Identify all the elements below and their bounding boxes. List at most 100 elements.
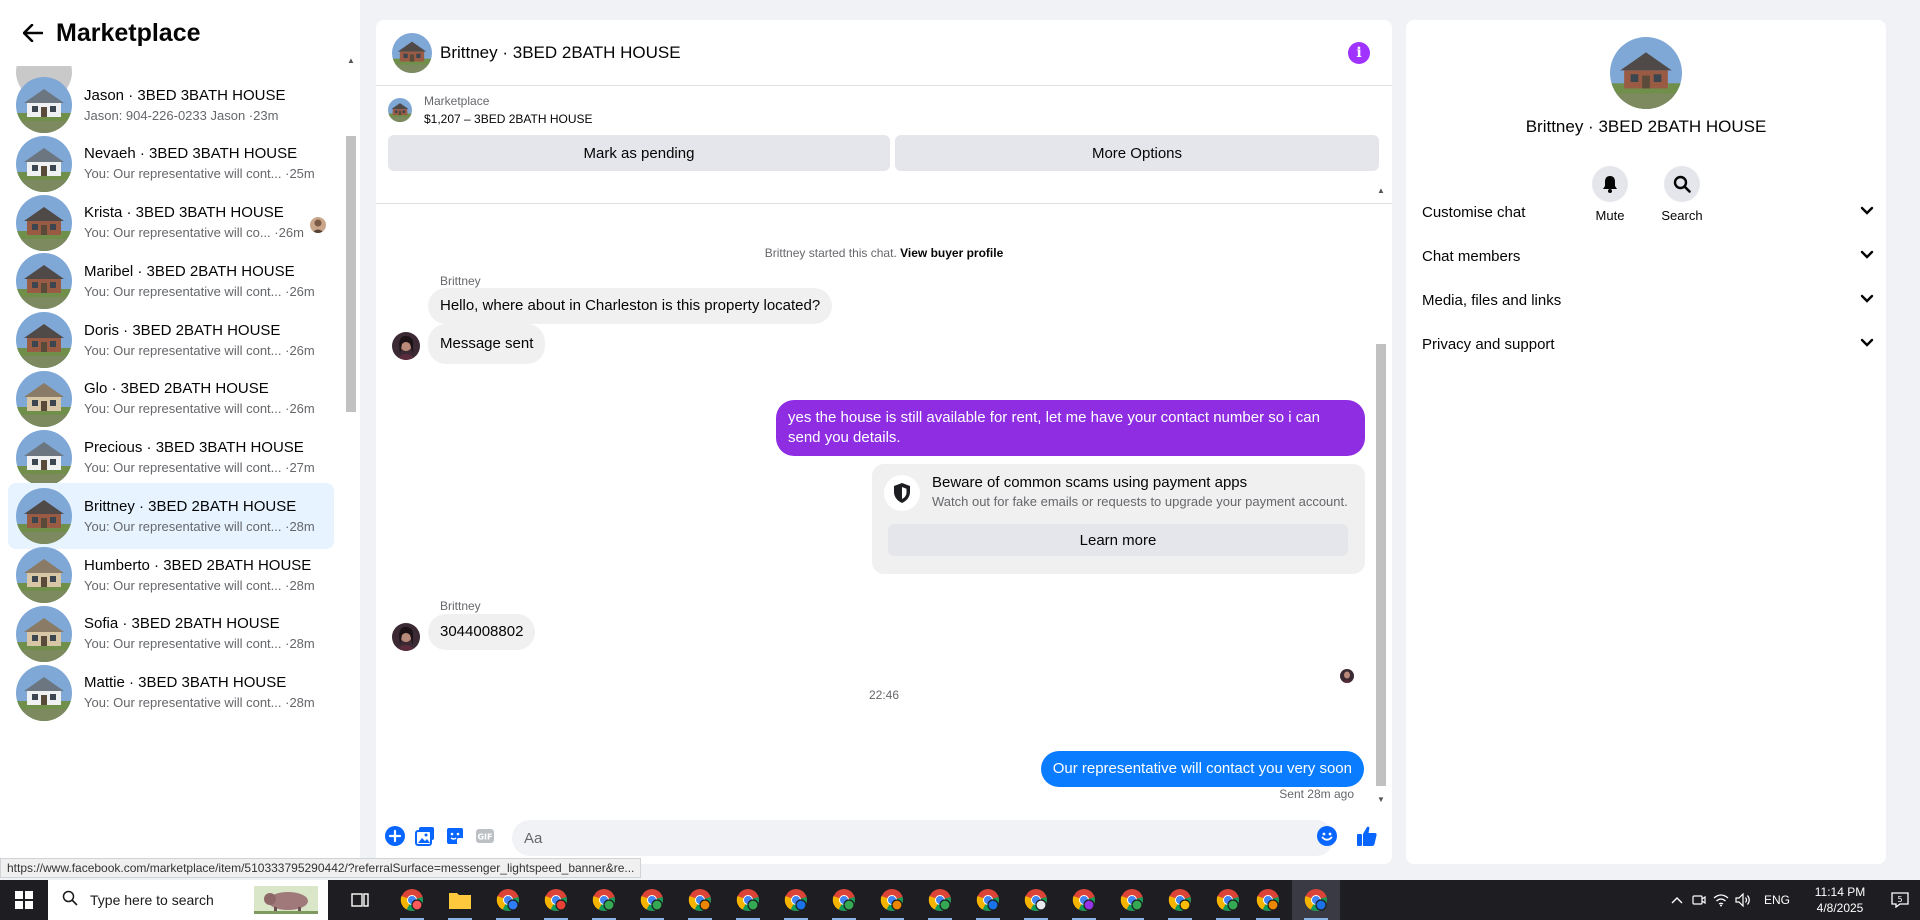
chrome-icon[interactable] — [1292, 880, 1340, 920]
section-media-files-links[interactable]: Media, files and links — [1422, 282, 1874, 318]
chrome-icon[interactable] — [580, 880, 628, 920]
conversation-text: Humberto · 3BED 2BATH HOUSE You: Our repr… — [84, 556, 314, 595]
conversation-item[interactable]: Sofia · 3BED 2BATH HOUSE You: Our represe… — [8, 601, 334, 667]
input-language[interactable]: ENG — [1764, 893, 1790, 907]
message-input[interactable] — [512, 820, 1334, 856]
task-view-icon[interactable] — [336, 880, 384, 920]
chat-avatar[interactable] — [392, 32, 432, 73]
chrome-icon[interactable] — [724, 880, 772, 920]
windows-start-icon[interactable] — [0, 880, 48, 920]
notification-icon[interactable]: 5 — [1880, 880, 1920, 920]
svg-text:5: 5 — [1897, 895, 1902, 904]
info-icon[interactable]: i — [1348, 42, 1370, 64]
photo-icon[interactable] — [414, 825, 436, 847]
link-status-bar: https://www.facebook.com/marketplace/ite… — [0, 858, 642, 878]
conversation-text: Sofia · 3BED 2BATH HOUSE You: Our represe… — [84, 614, 314, 653]
conversation-item[interactable]: Doris · 3BED 2BATH HOUSE You: Our represe… — [8, 307, 334, 373]
scrollbar-thumb[interactable] — [346, 136, 356, 412]
outgoing-message[interactable]: Our representative will contact you very… — [1040, 751, 1364, 787]
back-arrow-icon[interactable] — [20, 20, 46, 46]
avatar — [16, 312, 72, 368]
incoming-message[interactable]: 3044008802 — [428, 614, 536, 650]
conversation-item[interactable]: Glo · 3BED 2BATH HOUSE You: Our represent… — [8, 366, 334, 432]
volume-icon[interactable] — [1732, 880, 1754, 920]
chrome-icon[interactable] — [868, 880, 916, 920]
conversation-text: Krista · 3BED 3BATH HOUSE You: Our repres… — [84, 203, 314, 242]
incoming-message[interactable]: Hello, where about in Charleston is this… — [428, 288, 833, 324]
details-avatar[interactable] — [1610, 37, 1682, 109]
file-explorer-icon[interactable] — [436, 880, 484, 920]
more-options-button[interactable]: More Options — [895, 135, 1379, 171]
chrome-icon[interactable] — [1108, 880, 1156, 920]
chat-title[interactable]: Brittney · 3BED 2BATH HOUSE — [440, 43, 681, 63]
incoming-message[interactable]: Message sent — [428, 324, 546, 364]
chrome-icon[interactable] — [628, 880, 676, 920]
learn-more-button[interactable]: Learn more — [888, 524, 1348, 556]
chrome-icon[interactable] — [916, 880, 964, 920]
chrome-icon[interactable] — [964, 880, 1012, 920]
conversation-preview: You: Our representative will cont... ·26… — [84, 401, 314, 417]
conversation-text: Glo · 3BED 2BATH HOUSE You: Our represent… — [84, 379, 314, 418]
chat-scrollbar[interactable]: ▲ ▼ — [1374, 184, 1388, 804]
conversation-item[interactable]: Brittney · 3BED 2BATH HOUSE You: Our repr… — [8, 483, 334, 550]
listing-title[interactable]: $1,207 – 3BED 2BATH HOUSE — [424, 112, 593, 126]
conversation-name: Sofia · 3BED 2BATH HOUSE — [84, 615, 280, 633]
app-icon[interactable] — [484, 880, 532, 920]
section-chat-members[interactable]: Chat members — [1422, 238, 1874, 274]
svg-text:GIF: GIF — [477, 833, 492, 842]
avatar — [16, 664, 72, 721]
conversation-item[interactable]: Precious · 3BED 3BATH HOUSE You: Our repr… — [8, 425, 334, 491]
section-privacy-support[interactable]: Privacy and support — [1422, 326, 1874, 362]
thumbs-up-icon[interactable] — [1356, 825, 1378, 847]
chat-details-panel: Brittney · 3BED 2BATH HOUSE Mute Search … — [1406, 20, 1886, 864]
wifi-icon[interactable] — [1710, 880, 1732, 920]
chevron-up-icon[interactable] — [1666, 880, 1688, 920]
conversation-name: Jason · 3BED 3BATH HOUSE — [84, 86, 286, 104]
conversation-preview: You: Our representative will cont... ·27… — [84, 460, 314, 475]
conversation-item[interactable]: Maribel · 3BED 2BATH HOUSE You: Our repre… — [8, 248, 334, 314]
scroll-down-arrow-icon[interactable]: ▼ — [1377, 795, 1385, 804]
avatar — [16, 135, 72, 192]
app-icon[interactable] — [388, 880, 436, 920]
conversation-item[interactable]: Krista · 3BED 3BATH HOUSE You: Our repres… — [8, 190, 334, 256]
chrome-icon[interactable] — [676, 880, 724, 920]
taskbar-search-box[interactable]: Type here to search — [48, 880, 328, 920]
conversation-preview: You: Our representative will cont... ·26… — [84, 283, 314, 299]
taskbar-search-placeholder: Type here to search — [90, 892, 214, 908]
plus-icon[interactable] — [384, 825, 406, 847]
sticker-icon[interactable] — [444, 825, 466, 847]
gif-icon[interactable]: GIF — [474, 825, 496, 847]
avatar — [16, 547, 72, 603]
chrome-icon[interactable] — [820, 880, 868, 920]
section-customise-chat[interactable]: Customise chat — [1422, 194, 1874, 230]
chrome-icon[interactable] — [1060, 880, 1108, 920]
conversation-text: Nevaeh · 3BED 3BATH HOUSE You: Our repres… — [84, 144, 314, 183]
chrome-icon[interactable] — [1012, 880, 1060, 920]
taskbar-clock[interactable]: 11:14 PM 4/8/2025 — [1800, 884, 1880, 916]
chrome-icon[interactable] — [772, 880, 820, 920]
sender-avatar[interactable] — [392, 332, 420, 360]
outgoing-message[interactable]: yes the house is still available for ren… — [776, 400, 1365, 456]
scroll-up-arrow-icon[interactable]: ▲ — [347, 56, 355, 65]
conversation-text: Mattie · 3BED 3BATH HOUSE You: Our repres… — [84, 673, 314, 712]
scroll-up-arrow-icon[interactable]: ▲ — [1377, 186, 1385, 195]
chrome-icon[interactable] — [532, 880, 580, 920]
scrollbar-thumb[interactable] — [1376, 344, 1386, 786]
view-buyer-profile-link[interactable]: View buyer profile — [900, 246, 1003, 260]
chrome-icon[interactable] — [1244, 880, 1292, 920]
sender-avatar[interactable] — [392, 623, 420, 651]
sidebar-title: Marketplace — [56, 18, 201, 47]
listing-thumbnail[interactable] — [388, 98, 412, 122]
mark-as-pending-button[interactable]: Mark as pending — [388, 135, 890, 171]
conversation-item[interactable]: Humberto · 3BED 2BATH HOUSE You: Our repr… — [8, 542, 334, 608]
meet-now-icon[interactable] — [1688, 880, 1710, 920]
conversation-item[interactable]: Jason · 3BED 3BATH HOUSE Jason: 904-226-0… — [8, 72, 334, 138]
conversation-item[interactable]: Nevaeh · 3BED 3BATH HOUSE You: Our repres… — [8, 131, 334, 197]
sidebar-scrollbar[interactable]: ▲ — [344, 56, 358, 856]
emoji-icon[interactable] — [1316, 825, 1338, 847]
chevron-down-icon — [1860, 247, 1874, 265]
message-sender: Brittney — [440, 274, 481, 288]
chrome-icon[interactable] — [1156, 880, 1204, 920]
conversation-item[interactable]: Mattie · 3BED 3BATH HOUSE You: Our repres… — [8, 660, 334, 726]
conversation-sidebar: Marketplace Jason · 3BED 3BATH HOUSE Jaso… — [0, 0, 360, 866]
